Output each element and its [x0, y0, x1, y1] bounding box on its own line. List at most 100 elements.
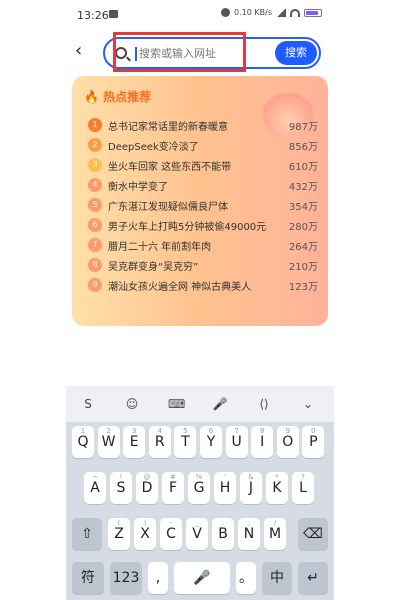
key-label: I: [260, 434, 265, 450]
rank-badge: 9: [88, 278, 102, 292]
key-hint: @: [143, 473, 151, 481]
key-t[interactable]: 5T: [174, 426, 197, 458]
hot-item-count: 280万: [288, 222, 318, 233]
key-label: W: [101, 434, 116, 450]
key-label: K: [272, 480, 282, 496]
period-key[interactable]: 。: [236, 562, 256, 594]
key-j[interactable]: & J: [240, 472, 262, 504]
key-hint: *: [275, 473, 279, 481]
rank-badge: 4: [88, 178, 102, 192]
hot-item-1[interactable]: 1 总书记家常话里的新春暖意 987万: [88, 116, 318, 136]
hot-item-text: 坐火车回家 这些东西不能带: [108, 162, 232, 173]
key-l[interactable]: ? L: [292, 472, 314, 504]
key-a[interactable]: ~ A: [84, 472, 106, 504]
key-label: N: [243, 526, 255, 542]
space-key[interactable]: 🎤: [174, 562, 230, 594]
key-f[interactable]: # F: [162, 472, 184, 504]
key-hint: _: [195, 519, 199, 527]
key-label: O: [282, 434, 294, 450]
key-hint: 5: [183, 427, 188, 435]
key-q[interactable]: 1Q: [72, 426, 94, 458]
key-label: ⇧: [81, 526, 93, 542]
key-hint: ': [224, 473, 226, 481]
key-h[interactable]: ' H: [214, 472, 236, 504]
hot-item-3[interactable]: 3 坐火车回家 这些东西不能带 610万: [88, 156, 318, 176]
back-arrow-icon[interactable]: ‹: [75, 42, 89, 60]
key-c[interactable]: -C: [160, 518, 182, 550]
key-u[interactable]: 7U: [225, 426, 248, 458]
rank-badge: 6: [88, 218, 102, 232]
key-hint: ~: [92, 473, 98, 481]
hot-item-8[interactable]: 8 吴克群变身“吴克穷” 210万: [88, 256, 318, 276]
battery-icon: [304, 8, 322, 17]
wifi-icon: [290, 8, 300, 17]
search-button[interactable]: 搜索: [275, 41, 317, 65]
hot-item-5[interactable]: 5 广东湛江发现疑似儒良尸体 354万: [88, 196, 318, 216]
hot-item-2[interactable]: 2 DeepSeek变冷淡了 856万: [88, 136, 318, 156]
key-v[interactable]: _ V: [186, 518, 208, 550]
key-i[interactable]: 8I: [251, 426, 274, 458]
key-s[interactable]: ! S: [110, 472, 132, 504]
hot-item-9[interactable]: 9 潮汕女孩火遍全网 神似古典美人 123万: [88, 276, 318, 296]
key-x[interactable]: ) X: [134, 518, 156, 550]
chevron-down-icon[interactable]: ⌄: [300, 396, 316, 412]
key-label: F: [168, 480, 178, 496]
key-hint: &: [248, 473, 254, 481]
enter-key[interactable]: ↵: [298, 562, 328, 594]
key-w[interactable]: 2W: [97, 426, 120, 458]
key-k[interactable]: * K: [266, 472, 288, 504]
key-label: ,: [155, 570, 161, 586]
key-n[interactable]: ; N: [238, 518, 260, 550]
hot-item-7[interactable]: 7 腊月二十六 年前割年肉 264万: [88, 236, 318, 256]
symbol-key[interactable]: 符: [72, 562, 104, 594]
key-label: P: [309, 434, 318, 450]
key-b[interactable]: :B: [212, 518, 234, 550]
key-label: C: [166, 526, 176, 542]
hot-item-text: 潮汕女孩火遍全网 神似古典美人: [108, 282, 252, 293]
network-speed: 0.10 KB/s: [234, 8, 272, 17]
key-p[interactable]: 0P: [302, 426, 325, 458]
key-g[interactable]: % G: [188, 472, 210, 504]
key-z[interactable]: (Z: [108, 518, 130, 550]
comma-key[interactable]: ,: [148, 562, 168, 594]
key-e[interactable]: 3E: [123, 426, 146, 458]
do-not-disturb-icon: [221, 8, 231, 17]
shift-key[interactable]: ⇧: [72, 518, 102, 550]
key-d[interactable]: @ D: [136, 472, 158, 504]
key-label: X: [140, 526, 150, 542]
key-label: 符: [81, 570, 95, 586]
hot-item-text: 总书记家常话里的新春暖意: [108, 122, 228, 133]
keyboard-row-3: ⇧ (Z) X - C _ V: B; N / M ⌫: [72, 518, 328, 552]
key-label: Z: [114, 526, 124, 542]
key-hint: !: [119, 473, 123, 481]
sogou-icon[interactable]: S: [80, 396, 96, 412]
key-hint: 4: [157, 427, 163, 435]
key-label: U: [231, 434, 242, 450]
key-o[interactable]: 9O: [276, 426, 299, 458]
emoji-icon[interactable]: ☺: [124, 396, 140, 412]
key-hint: 1: [80, 427, 86, 435]
hot-item-count: 354万: [288, 202, 318, 213]
hot-item-6[interactable]: 6 男子火车上打盹5分钟被偷49000元 280万: [88, 216, 318, 236]
hot-item-count: 856万: [288, 142, 318, 153]
status-time: 13:26: [77, 9, 109, 22]
key-hint: ?: [301, 473, 305, 481]
hot-item-count: 123万: [288, 282, 318, 293]
hot-item-text: 腊月二十六 年前割年肉: [108, 242, 212, 253]
microphone-icon[interactable]: 🎤: [212, 396, 228, 412]
key-label: 🎤: [193, 570, 211, 586]
language-key[interactable]: 中: [262, 562, 292, 594]
keyboard: S ☺ ⌨ 🎤 ⟨⟩ ⌄ 1Q2W3E4R5T6Y7U8I9O0P ~ A! S @ D…: [66, 386, 334, 600]
key-y[interactable]: 6Y: [200, 426, 222, 458]
key-label: ⌫: [303, 526, 323, 542]
hot-item-count: 264万: [288, 242, 318, 253]
delete-key[interactable]: ⌫: [298, 518, 328, 550]
key-m[interactable]: / M: [264, 518, 286, 550]
keyboard-icon[interactable]: ⌨: [168, 396, 185, 412]
key-label: M: [268, 526, 282, 542]
number-key[interactable]: 123: [110, 562, 142, 594]
hot-title-text: 热点推荐: [103, 90, 152, 104]
key-r[interactable]: 4R: [148, 426, 171, 458]
hot-item-4[interactable]: 4 衡水中学变了 432万: [88, 176, 318, 196]
cursor-icon[interactable]: ⟨⟩: [256, 396, 272, 412]
